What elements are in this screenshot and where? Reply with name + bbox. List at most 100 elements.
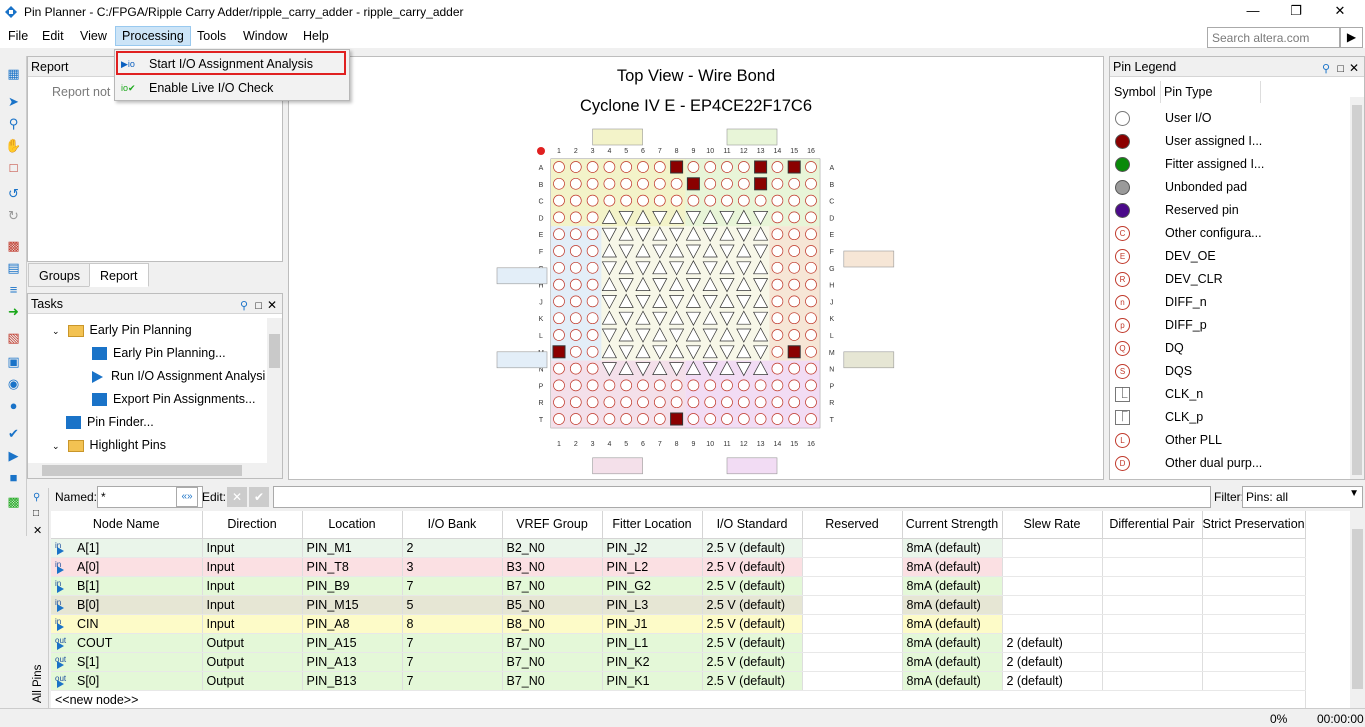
cell-slew[interactable]	[1002, 595, 1103, 615]
cell-fitter[interactable]: PIN_L2	[602, 557, 703, 577]
live-check-icon[interactable]: ✔	[4, 424, 23, 443]
cell-strength[interactable]: 8mA (default)	[902, 614, 1003, 634]
menu-window[interactable]: Window	[237, 26, 293, 46]
col-io-bank[interactable]: I/O Bank	[402, 511, 503, 539]
new-node-row[interactable]: <<new node>>	[51, 690, 1306, 708]
cell-strict[interactable]	[1202, 576, 1306, 596]
table-row[interactable]: in B[0] Input PIN_M15 5 B5_N0 PIN_L3 2.5 V (def…	[51, 595, 1306, 615]
cell-slew[interactable]	[1002, 614, 1103, 634]
io-bank-icon[interactable]: ▤	[4, 258, 23, 277]
cell-strength[interactable]: 8mA (default)	[902, 538, 1003, 558]
io-assignment-icon[interactable]: ▶	[4, 446, 23, 465]
new-node-cell[interactable]: <<new node>>	[51, 690, 1306, 708]
wildcard-button[interactable]: «»	[176, 487, 198, 507]
cell-location[interactable]: PIN_M1	[302, 538, 403, 558]
col-current-strength[interactable]: Current Strength	[902, 511, 1003, 539]
task-pin-finder[interactable]: Pin Finder...	[66, 411, 154, 434]
cell-vref[interactable]: B7_N0	[502, 671, 603, 691]
tasks-vertical-scrollbar[interactable]	[267, 318, 282, 463]
pin-panel-icon[interactable]: ⚲	[240, 296, 248, 316]
diff-pairs-icon[interactable]: ▧	[4, 328, 23, 347]
cell-bank[interactable]: 2	[402, 538, 503, 558]
menu-view[interactable]: View	[74, 26, 113, 46]
cell-vref[interactable]: B7_N0	[502, 576, 603, 596]
float-panel-icon[interactable]: □	[1337, 59, 1344, 79]
cell-slew[interactable]	[1002, 557, 1103, 577]
cell-bank[interactable]: 8	[402, 614, 503, 634]
cell-bank[interactable]: 3	[402, 557, 503, 577]
cell-fitter[interactable]: PIN_L1	[602, 633, 703, 653]
minimize-button[interactable]: —	[1233, 2, 1273, 22]
task-export-pin-assignments[interactable]: Export Pin Assignments...	[92, 388, 255, 411]
show-io-banks-icon[interactable]: ▣	[4, 352, 23, 371]
cell-vref[interactable]: B5_N0	[502, 595, 603, 615]
node-name-cell[interactable]: out COUT	[51, 633, 203, 653]
cell-vref[interactable]: B8_N0	[502, 614, 603, 634]
accept-edit-icon[interactable]: ✔	[249, 487, 269, 507]
cell-vref[interactable]: B2_N0	[502, 538, 603, 558]
float-panel-icon[interactable]: □	[255, 296, 262, 316]
cell-strict[interactable]	[1202, 595, 1306, 615]
cell-direction[interactable]: Output	[202, 652, 303, 672]
task-highlight-pins[interactable]: ⌄ Highlight Pins	[52, 434, 166, 457]
cell-slew[interactable]: 2 (default)	[1002, 652, 1103, 672]
menu-enable-live-io-check[interactable]: io✔ Enable Live I/O Check	[115, 77, 349, 99]
cell-reserved[interactable]	[802, 614, 903, 634]
cell-bank[interactable]: 7	[402, 671, 503, 691]
cell-location[interactable]: PIN_A13	[302, 652, 403, 672]
cell-reserved[interactable]	[802, 538, 903, 558]
cell-direction[interactable]: Input	[202, 538, 303, 558]
cell-slew[interactable]: 2 (default)	[1002, 633, 1103, 653]
cell-slew[interactable]	[1002, 576, 1103, 596]
legend-scrollbar[interactable]	[1350, 97, 1364, 479]
table-row[interactable]: out S[1] Output PIN_A13 7 B7_N0 PIN_K2 2.5 V (d…	[51, 652, 1306, 672]
select-arrow-icon[interactable]: ➤	[4, 92, 23, 111]
scrollbar-thumb[interactable]	[42, 465, 242, 476]
cell-fitter[interactable]: PIN_K1	[602, 671, 703, 691]
table-row[interactable]: in A[1] Input PIN_M1 2 B2_N0 PIN_J2 2.5 V (defa…	[51, 538, 1306, 558]
cell-vref[interactable]: B7_N0	[502, 652, 603, 672]
cell-strict[interactable]	[1202, 614, 1306, 634]
cell-reserved[interactable]	[802, 633, 903, 653]
cell-standard[interactable]: 2.5 V (default)	[702, 595, 803, 615]
cell-strict[interactable]	[1202, 633, 1306, 653]
redo-icon[interactable]: ↻	[4, 206, 23, 225]
col-vref-group[interactable]: VREF Group	[502, 511, 603, 539]
cell-standard[interactable]: 2.5 V (default)	[702, 538, 803, 558]
chip-view-icon[interactable]: ▩	[4, 492, 23, 511]
cell-fitter[interactable]: PIN_L3	[602, 595, 703, 615]
cell-strength[interactable]: 8mA (default)	[902, 671, 1003, 691]
cell-fitter[interactable]: PIN_K2	[602, 652, 703, 672]
cell-strength[interactable]: 8mA (default)	[902, 652, 1003, 672]
cell-standard[interactable]: 2.5 V (default)	[702, 576, 803, 596]
cell-bank[interactable]: 5	[402, 595, 503, 615]
cell-standard[interactable]: 2.5 V (default)	[702, 633, 803, 653]
table-row[interactable]: in CIN Input PIN_A8 8 B8_N0 PIN_J1 2.5 V (defau…	[51, 614, 1306, 634]
cell-direction[interactable]: Input	[202, 557, 303, 577]
cell-direction[interactable]: Input	[202, 576, 303, 596]
cell-strength[interactable]: 8mA (default)	[902, 557, 1003, 577]
maximize-button[interactable]: ❐	[1276, 2, 1316, 22]
node-name-cell[interactable]: out S[1]	[51, 652, 203, 672]
cell-diff[interactable]	[1102, 538, 1203, 558]
col-strict-preservation[interactable]: Strict Preservation	[1202, 511, 1306, 539]
table-scrollbar[interactable]	[1350, 511, 1365, 708]
cell-reserved[interactable]	[802, 652, 903, 672]
cell-fitter[interactable]: PIN_G2	[602, 576, 703, 596]
tab-report[interactable]: Report	[89, 263, 149, 287]
cell-location[interactable]: PIN_A15	[302, 633, 403, 653]
pin-planner-view-icon[interactable]: ▦	[4, 64, 23, 83]
task-early-pin-planning[interactable]: ⌄ Early Pin Planning	[52, 319, 192, 342]
scrollbar-thumb[interactable]	[1352, 105, 1362, 475]
cell-direction[interactable]: Output	[202, 633, 303, 653]
cell-strict[interactable]	[1202, 538, 1306, 558]
cell-fitter[interactable]: PIN_J2	[602, 538, 703, 558]
node-name-cell[interactable]: in CIN	[51, 614, 203, 634]
node-name-cell[interactable]: out S[0]	[51, 671, 203, 691]
table-row[interactable]: in A[0] Input PIN_T8 3 B3_N0 PIN_L2 2.5 V (defa…	[51, 557, 1306, 577]
cell-strict[interactable]	[1202, 557, 1306, 577]
pin-finder-icon[interactable]: ◉	[4, 374, 23, 393]
cancel-edit-icon[interactable]: ✕	[227, 487, 247, 507]
close-panel-icon[interactable]: ✕	[33, 524, 42, 537]
cell-direction[interactable]: Input	[202, 595, 303, 615]
